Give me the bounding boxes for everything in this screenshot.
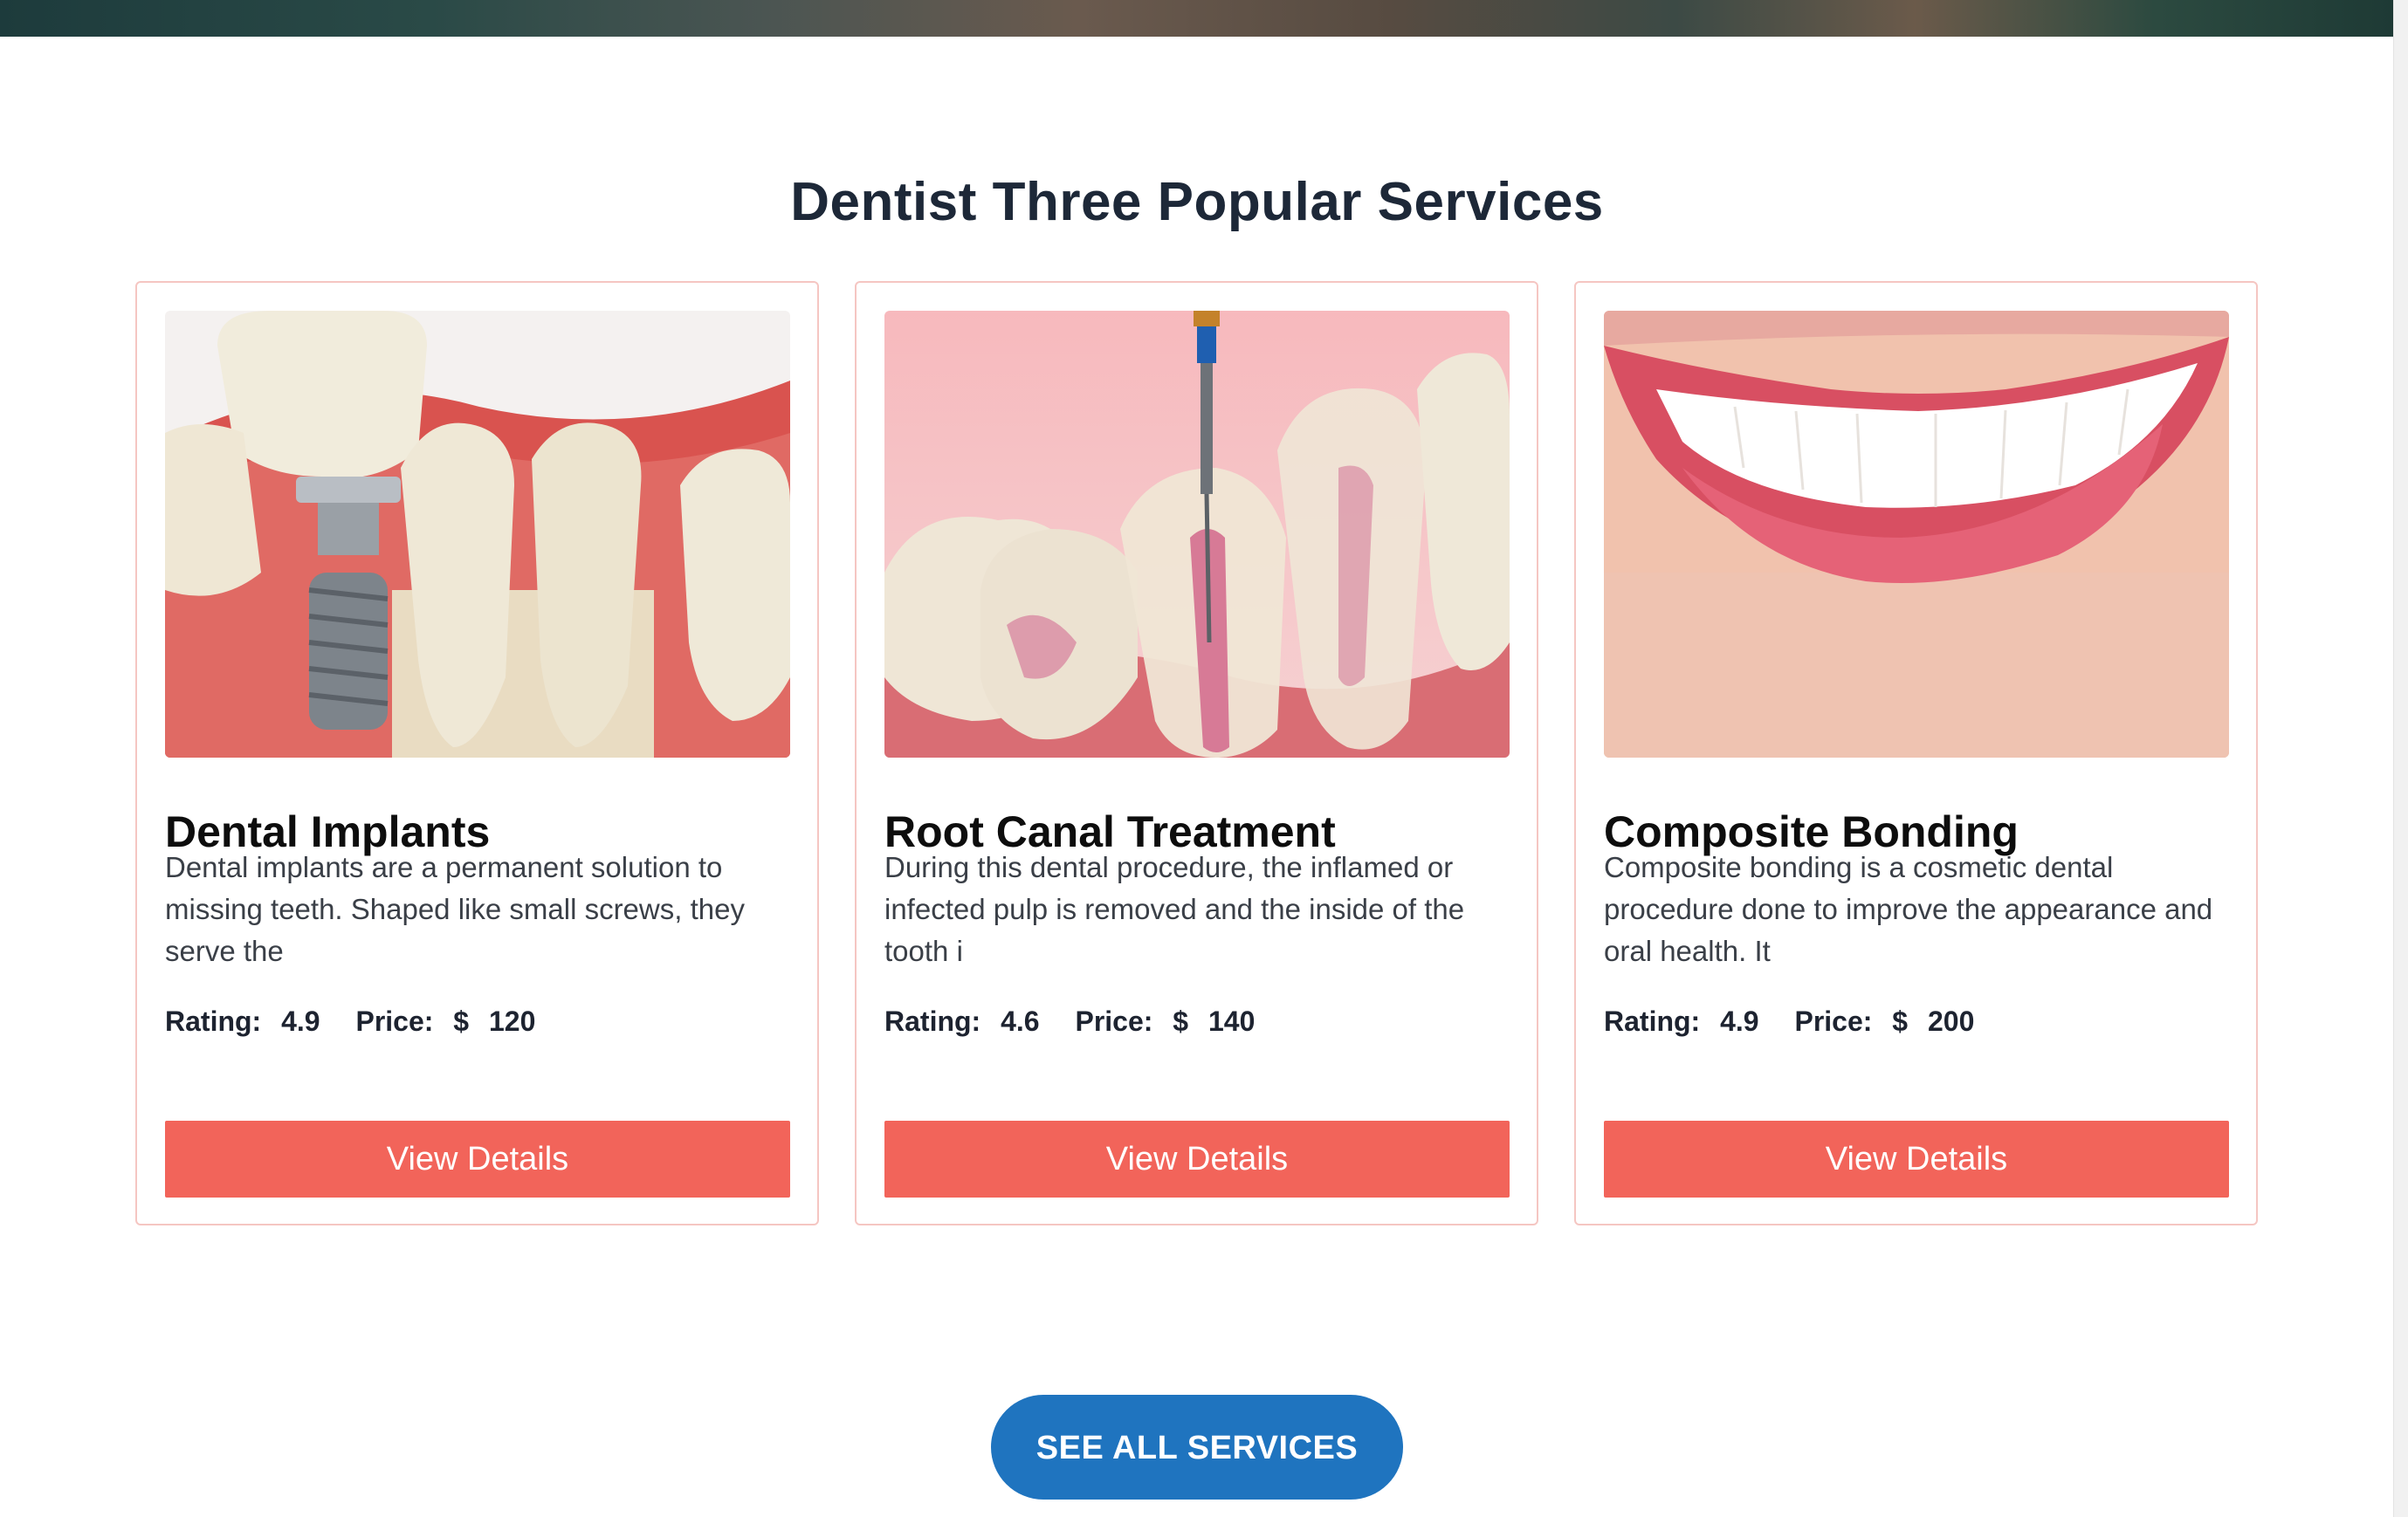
price-value: 140 xyxy=(1207,1006,1256,1037)
service-meta: Rating: 4.9 Price: $ 120 xyxy=(165,1006,790,1038)
service-meta: Rating: 4.9 Price: $ 200 xyxy=(1604,1006,2229,1038)
view-details-button[interactable]: View Details xyxy=(165,1121,790,1198)
rating-label: Rating: xyxy=(884,1006,981,1037)
rating-value: 4.9 xyxy=(1720,1006,1759,1037)
price-label: Price: xyxy=(1794,1006,1873,1037)
hero-image-bottom-edge xyxy=(0,0,2394,37)
price-value: 200 xyxy=(1927,1006,1975,1037)
service-card-root-canal: Root Canal Treatment During this dental … xyxy=(855,281,1538,1225)
rating-value: 4.9 xyxy=(281,1006,320,1037)
see-all-services-button[interactable]: SEE ALL SERVICES xyxy=(991,1395,1403,1500)
view-details-button[interactable]: View Details xyxy=(884,1121,1510,1198)
service-meta: Rating: 4.6 Price: $ 140 xyxy=(884,1006,1510,1038)
rating-label: Rating: xyxy=(165,1006,262,1037)
section-title: Dentist Three Popular Services xyxy=(790,172,1604,232)
currency-symbol: $ xyxy=(453,1006,470,1037)
service-description: During this dental procedure, the inflam… xyxy=(884,851,1465,967)
price-label: Price: xyxy=(1075,1006,1153,1037)
price-value: 120 xyxy=(488,1006,536,1037)
currency-symbol: $ xyxy=(1892,1006,1909,1037)
smile-image xyxy=(1604,311,2229,758)
price-label: Price: xyxy=(355,1006,434,1037)
root-canal-image xyxy=(884,311,1510,758)
service-description: Dental implants are a permanent solution… xyxy=(165,851,745,967)
page-scrollbar[interactable] xyxy=(2393,0,2408,1517)
rating-label: Rating: xyxy=(1604,1006,1701,1037)
dental-implant-image xyxy=(165,311,790,758)
service-card-composite-bonding: Composite Bonding Composite bonding is a… xyxy=(1574,281,2258,1225)
currency-symbol: $ xyxy=(1173,1006,1189,1037)
service-description: Composite bonding is a cosmetic dental p… xyxy=(1604,851,2213,967)
view-details-button[interactable]: View Details xyxy=(1604,1121,2229,1198)
service-card-dental-implants: Dental Implants Dental implants are a pe… xyxy=(135,281,819,1225)
rating-value: 4.6 xyxy=(1001,1006,1040,1037)
